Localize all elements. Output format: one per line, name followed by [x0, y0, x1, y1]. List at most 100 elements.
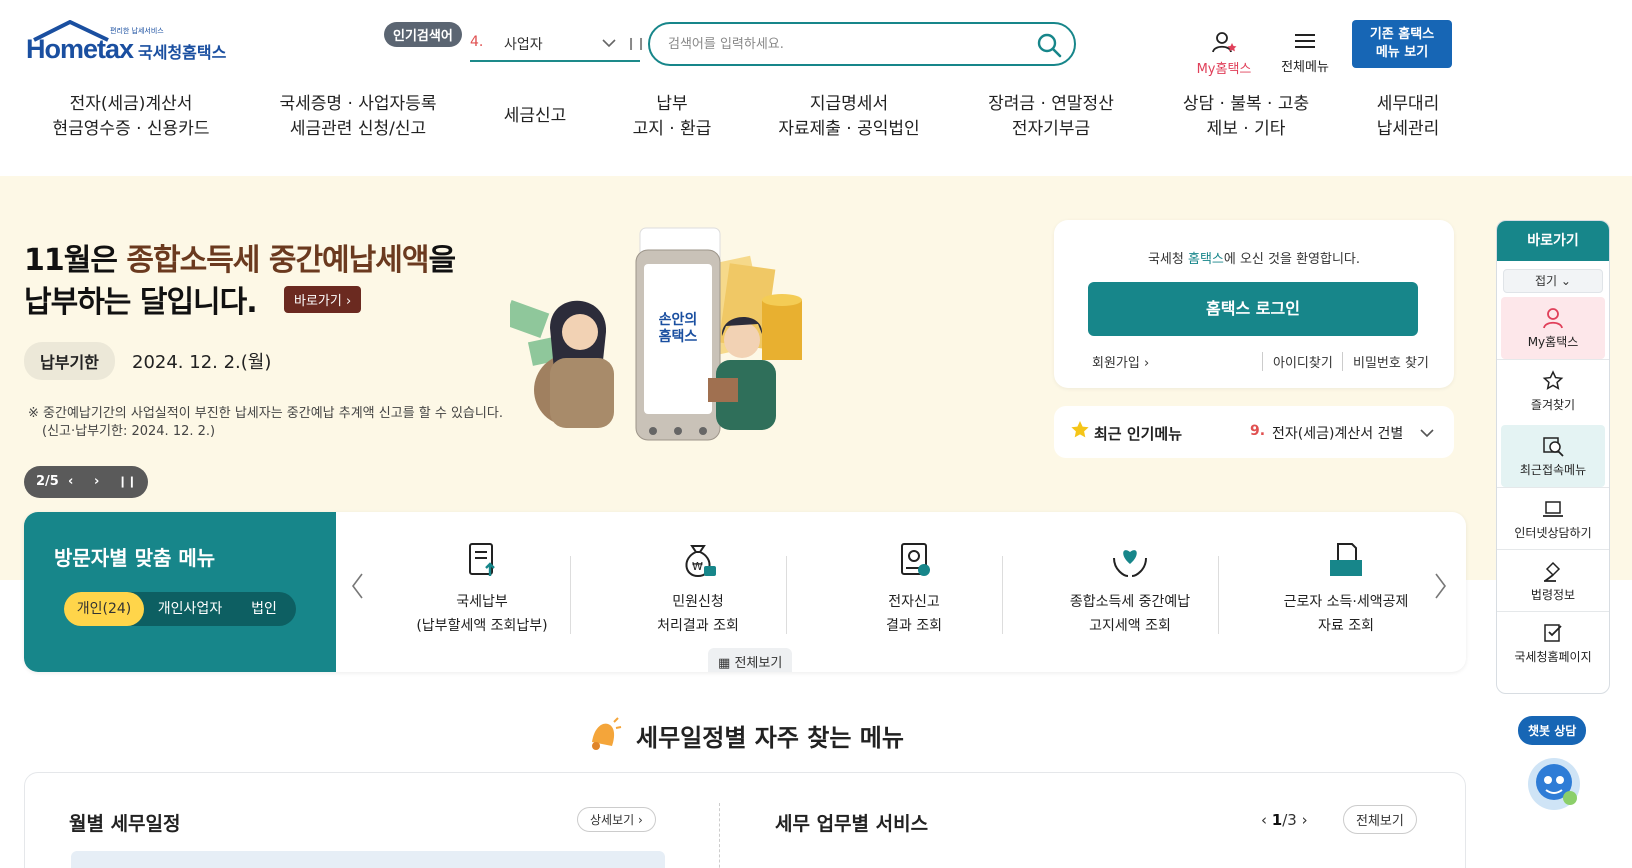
- svg-text:₩: ₩: [692, 560, 703, 573]
- tab-corporation[interactable]: 법인: [236, 592, 292, 626]
- monthly-schedule-title: 월별 세무일정: [69, 813, 181, 835]
- due-date: 2024. 12. 2.(월): [132, 352, 272, 373]
- star-icon: [1071, 421, 1089, 438]
- search-input[interactable]: [668, 33, 1028, 55]
- gnb-item-statements[interactable]: 지급명세서 자료제출 · 공익법인: [778, 92, 919, 142]
- popular-search-underline: [470, 60, 640, 62]
- gnb-line1: 세무대리: [1376, 94, 1440, 114]
- hero-title-pre: 11월은: [24, 243, 127, 278]
- money-bag-icon: ₩: [685, 545, 716, 578]
- schedule-card: 월별 세무일정 상세보기 › 세무 업무별 서비스 ‹ 1/3 › 전체보기: [24, 772, 1466, 868]
- search-icon[interactable]: [1036, 32, 1062, 58]
- popular-search-rank: 4.: [470, 34, 484, 50]
- user-icon: [1543, 308, 1563, 329]
- chevron-left-icon[interactable]: [350, 572, 366, 600]
- gnb-item-e-invoice[interactable]: 전자(세금)계산서 현금영수증 · 신용카드: [53, 92, 210, 142]
- popular-search-term[interactable]: 사업자: [504, 34, 543, 54]
- chatbot-character-icon[interactable]: [1524, 752, 1584, 812]
- schedule-section-title: 세무일정별 자주 찾는 메뉴: [636, 724, 904, 752]
- main-navigation: 전자(세금)계산서 현금영수증 · 신용카드 국세증명 · 사업자등록 세금관련…: [0, 92, 1632, 148]
- hero-go-button[interactable]: 바로가기 ›: [284, 286, 362, 313]
- hero-title-highlight: 종합소득세 중간예납세액: [126, 243, 429, 278]
- visitor-item-tax-payment[interactable]: 국세납부 (납부할세액 조회납부): [374, 540, 590, 638]
- quick-item-favorites[interactable]: 즐겨찾기: [1497, 359, 1609, 421]
- quick-item-label: 인터넷상담하기: [1514, 526, 1592, 540]
- old-hometax-line1: 기존 홈택스: [1369, 27, 1435, 42]
- slide-prev-icon[interactable]: ‹: [68, 474, 73, 489]
- chevron-down-icon: ⌄: [1560, 274, 1571, 288]
- hamburger-menu-icon: [1295, 34, 1315, 48]
- gnb-line1: 납부: [656, 94, 688, 114]
- login-button[interactable]: 홈택스 로그인: [1088, 282, 1418, 336]
- edit-document-icon: [1544, 624, 1562, 642]
- gnb-line1: 상담 · 불복 · 고충: [1182, 94, 1310, 114]
- quick-item-online-consult[interactable]: 인터넷상담하기: [1497, 487, 1609, 549]
- pause-icon[interactable]: ❙❙: [626, 36, 646, 50]
- quick-item-my-hometax[interactable]: My홈택스: [1501, 297, 1605, 359]
- folder-document-icon: [1330, 543, 1362, 576]
- user-icon: [1212, 32, 1237, 53]
- old-hometax-menu-button[interactable]: 기존 홈택스 메뉴 보기: [1352, 20, 1452, 68]
- visitor-item-civil-request[interactable]: ₩ 민원신청 처리결과 조회: [590, 540, 806, 638]
- find-id-link[interactable]: 아이디찾기: [1262, 352, 1333, 371]
- join-link[interactable]: 회원가입 ›: [1092, 352, 1149, 371]
- due-label: 납부기한: [24, 342, 115, 380]
- visitor-item-interim-prepayment[interactable]: 종합소득세 중간예납 고지세액 조회: [1022, 540, 1238, 638]
- detail-button[interactable]: 상세보기 ›: [577, 807, 656, 832]
- gnb-item-certificates[interactable]: 국세증명 · 사업자등록 세금관련 신청/신고: [280, 92, 437, 142]
- visitor-item-e-filing[interactable]: 전자신고 결과 조회: [806, 540, 1022, 638]
- quick-item-label: 국세청홈페이지: [1514, 650, 1592, 664]
- visitor-item-deduction-data[interactable]: 근로자 소득·세액공제 자료 조회: [1238, 540, 1454, 638]
- recent-popular-menu: 최근 인기메뉴 9. 전자(세금)계산서 건별: [1054, 406, 1454, 458]
- all-menu-button[interactable]: 전체메뉴: [1272, 30, 1338, 75]
- fold-label: 접기: [1535, 274, 1558, 288]
- recent-popular-item[interactable]: 전자(세금)계산서 건별: [1272, 423, 1408, 443]
- visitor-menu-header: 방문자별 맞춤 메뉴 개인(24) 개인사업자 법인: [24, 512, 336, 672]
- gnb-item-payment[interactable]: 납부 고지 · 환급: [633, 92, 712, 142]
- gnb-line2: 세금관련 신청/신고: [289, 119, 427, 139]
- my-hometax-button[interactable]: My홈택스: [1188, 30, 1260, 77]
- quick-links-bar: 바로가기 접기 ⌄ My홈택스 즐겨찾기 최근접속메뉴 인터넷상담하기 법령정보…: [1496, 220, 1610, 694]
- hero-go-label: 바로가기: [294, 294, 342, 309]
- chevron-right-icon[interactable]: ›: [1302, 811, 1308, 829]
- fold-button[interactable]: 접기 ⌄: [1503, 269, 1603, 293]
- gnb-item-consulting[interactable]: 상담 · 불복 · 고충 제보 · 기타: [1183, 92, 1309, 142]
- login-card: 국세청 홈택스에 오신 것을 환영합니다. 홈택스 로그인 회원가입 › 아이디…: [1054, 220, 1454, 388]
- popular-search-badge: 인기검색어: [384, 22, 462, 47]
- gnb-item-tax-return[interactable]: 세금신고: [504, 104, 567, 129]
- visitor-item-line2: (납부할세액 조회납부): [416, 618, 548, 634]
- slide-next-icon[interactable]: ›: [94, 474, 99, 489]
- divider: [719, 803, 720, 868]
- visitor-tabs: 개인(24) 개인사업자 법인: [64, 592, 296, 626]
- visitor-item-line2: 결과 조회: [886, 618, 942, 634]
- gnb-line2: 납세관리: [1376, 119, 1440, 139]
- quick-item-label: 법령정보: [1530, 588, 1576, 602]
- gnb-item-year-end[interactable]: 장려금 · 연말정산 전자기부금: [988, 92, 1114, 142]
- find-password-link[interactable]: 비밀번호 찾기: [1342, 352, 1429, 371]
- chatbot-badge[interactable]: 챗봇 상담: [1518, 716, 1587, 745]
- my-hometax-label: My홈택스: [1196, 62, 1252, 77]
- view-all-label: 전체보기: [734, 656, 783, 671]
- chevron-right-icon: ›: [1143, 356, 1150, 371]
- quick-item-recent-menu[interactable]: 최근접속메뉴: [1501, 425, 1605, 487]
- divider: [570, 556, 571, 634]
- gnb-line2: 현금영수증 · 신용카드: [52, 119, 210, 139]
- hometax-logo[interactable]: 편리한 납세서비스 Hometax 국세청홈택스: [26, 20, 236, 72]
- slide-pause-icon[interactable]: ❙❙: [118, 475, 136, 488]
- view-all-button[interactable]: ▦ 전체보기: [708, 648, 793, 672]
- old-hometax-line2: 메뉴 보기: [1375, 45, 1429, 60]
- quick-item-nts-homepage[interactable]: 국세청홈페이지: [1497, 611, 1609, 673]
- divider: [1218, 556, 1219, 634]
- chevron-down-icon[interactable]: [1420, 428, 1434, 438]
- tab-sole-proprietor[interactable]: 개인사업자: [146, 592, 234, 626]
- gnb-item-tax-agent[interactable]: 세무대리 납세관리: [1377, 92, 1440, 142]
- quick-item-law-info[interactable]: 법령정보: [1497, 549, 1609, 611]
- service-view-all-button[interactable]: 전체보기: [1343, 805, 1417, 834]
- chevron-left-icon[interactable]: ‹: [1261, 811, 1267, 829]
- chevron-down-icon[interactable]: [602, 38, 616, 48]
- chevron-right-icon: ›: [638, 813, 643, 827]
- gnb-line2: 고지 · 환급: [632, 119, 712, 139]
- gavel-icon: [1544, 561, 1561, 582]
- phone-text-line2: 홈택스: [658, 329, 698, 345]
- tab-individual[interactable]: 개인(24): [64, 592, 144, 626]
